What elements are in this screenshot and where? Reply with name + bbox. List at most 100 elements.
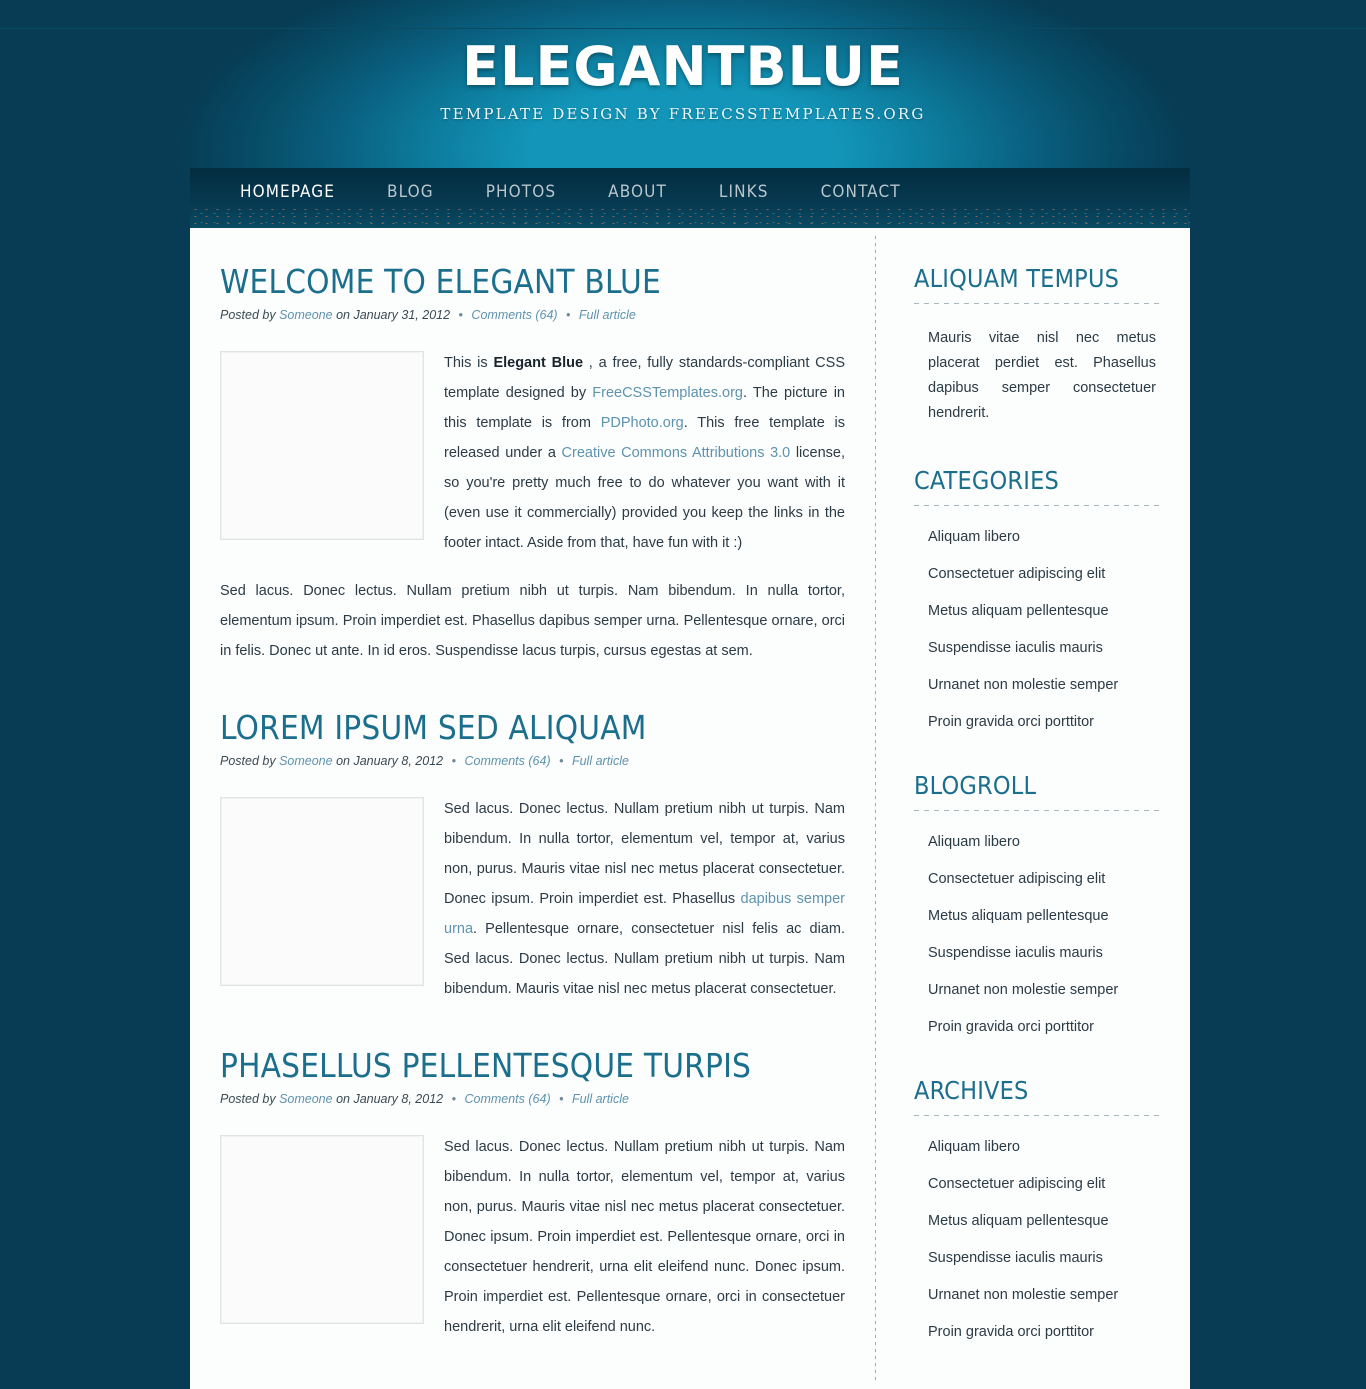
sidebar-link[interactable]: Suspendisse iaculis mauris <box>928 1250 1103 1266</box>
list-item[interactable]: Consectetuer adipiscing elit <box>928 565 1162 583</box>
sidebar-title: ALIQUAM TEMPUS <box>914 264 1120 293</box>
meta-separator-icon: • <box>559 1091 564 1106</box>
meta-separator-icon: • <box>451 1091 456 1106</box>
sidebar-list: Aliquam libero Consectetuer adipiscing e… <box>914 528 1162 731</box>
list-item[interactable]: Suspendisse iaculis mauris <box>928 944 1162 962</box>
list-item[interactable]: Proin gravida orci porttitor <box>928 1323 1162 1341</box>
list-item[interactable]: Urnanet non molestie semper <box>928 981 1162 999</box>
sidebar-link[interactable]: Urnanet non molestie semper <box>928 1287 1118 1303</box>
list-item[interactable]: Aliquam libero <box>928 833 1162 851</box>
post-article: LOREM IPSUM SED ALIQUAM Posted by Someon… <box>220 707 845 1004</box>
post-thumbnail-ship[interactable] <box>220 796 424 986</box>
list-item[interactable]: Suspendisse iaculis mauris <box>928 1249 1162 1267</box>
list-item[interactable]: Metus aliquam pellentesque <box>928 602 1162 620</box>
sidebar-title: ARCHIVES <box>914 1076 1029 1105</box>
list-item[interactable]: Urnanet non molestie semper <box>928 676 1162 694</box>
meta-separator-icon: • <box>451 753 456 768</box>
sidebar-link[interactable]: Proin gravida orci porttitor <box>928 1324 1094 1340</box>
sidebar-link[interactable]: Proin gravida orci porttitor <box>928 714 1094 730</box>
sidebar-block-categories: CATEGORIES Aliquam libero Consectetuer a… <box>914 466 1162 731</box>
coin-penny-image <box>226 357 418 534</box>
post-author-link[interactable]: Someone <box>279 754 333 768</box>
sidebar-link[interactable]: Metus aliquam pellentesque <box>928 1213 1109 1229</box>
post-article: PHASELLUS PELLENTESQUE TURPIS Posted by … <box>220 1045 845 1342</box>
post-title: PHASELLUS PELLENTESQUE TURPIS <box>220 1045 752 1085</box>
sidebar-link[interactable]: Aliquam libero <box>928 1139 1020 1155</box>
sidebar-link[interactable]: Consectetuer adipiscing elit <box>928 1176 1105 1192</box>
nav-item-homepage[interactable]: HOMEPAGE <box>240 176 387 208</box>
sidebar-link[interactable]: Consectetuer adipiscing elit <box>928 871 1105 887</box>
sidebar-link[interactable]: Suspendisse iaculis mauris <box>928 640 1103 656</box>
para-text: . Pellentesque ornare, consectetuer nisl… <box>444 920 845 997</box>
post-meta-date: on January 31, 2012 <box>336 307 451 322</box>
sidebar-list: Aliquam libero Consectetuer adipiscing e… <box>914 1138 1162 1341</box>
main-area: WELCOME TO ELEGANT BLUE Posted by Someon… <box>190 228 1190 1389</box>
creative-commons-link[interactable]: Creative Commons Attributions 3.0 <box>562 445 791 461</box>
post-paragraph: Sed lacus. Donec lectus. Nullam pretium … <box>220 582 845 659</box>
nav-item-blog[interactable]: BLOG <box>387 176 486 208</box>
sidebar-rule <box>914 1115 1162 1116</box>
sidebar-link[interactable]: Consectetuer adipiscing elit <box>928 566 1105 582</box>
sidebar-link[interactable]: Proin gravida orci porttitor <box>928 1019 1094 1035</box>
post-author-link[interactable]: Someone <box>279 1092 333 1106</box>
nav-item-contact[interactable]: CONTACT <box>821 176 953 208</box>
sidebar-link[interactable]: Metus aliquam pellentesque <box>928 908 1109 924</box>
list-item[interactable]: Consectetuer adipiscing elit <box>928 1175 1162 1193</box>
sailing-ship-image <box>226 802 418 980</box>
sidebar-list: Aliquam libero Consectetuer adipiscing e… <box>914 833 1162 1036</box>
sidebar-block-archives: ARCHIVES Aliquam libero Consectetuer adi… <box>914 1076 1162 1341</box>
sidebar-link[interactable]: Suspendisse iaculis mauris <box>928 945 1103 961</box>
post-fullarticle-link[interactable]: Full article <box>579 308 636 322</box>
post-comments-link[interactable]: Comments (64) <box>464 754 550 768</box>
pdphoto-link[interactable]: PDPhoto.org <box>601 415 684 431</box>
post-meta: Posted by Someone on January 31, 2012 • … <box>220 308 845 322</box>
post-thumbnail-coin[interactable] <box>220 350 424 540</box>
post-fullarticle-link[interactable]: Full article <box>572 754 629 768</box>
list-item[interactable]: Proin gravida orci porttitor <box>928 713 1162 731</box>
sidebar-link[interactable]: Urnanet non molestie semper <box>928 982 1118 998</box>
site-title: ELEGANTBLUE <box>462 35 904 98</box>
list-item[interactable]: Proin gravida orci porttitor <box>928 1018 1162 1036</box>
para-text: This is <box>444 354 494 371</box>
sidebar-link[interactable]: Aliquam libero <box>928 529 1020 545</box>
nav-link-about[interactable]: ABOUT <box>608 176 667 208</box>
list-item[interactable]: Metus aliquam pellentesque <box>928 1212 1162 1230</box>
page-wrapper: HOMEPAGE BLOG PHOTOS ABOUT LINKS CONTACT… <box>190 168 1190 1389</box>
post-meta-prefix: Posted by <box>220 1091 276 1106</box>
main-navigation: HOMEPAGE BLOG PHOTOS ABOUT LINKS CONTACT <box>190 168 1190 228</box>
post-fullarticle-link[interactable]: Full article <box>572 1092 629 1106</box>
post-meta-date: on January 8, 2012 <box>336 1091 444 1106</box>
post-article: WELCOME TO ELEGANT BLUE Posted by Someon… <box>220 263 845 666</box>
post-meta-prefix: Posted by <box>220 753 276 768</box>
post-comments-link[interactable]: Comments (64) <box>464 1092 550 1106</box>
nav-item-photos[interactable]: PHOTOS <box>486 176 608 208</box>
list-item[interactable]: Metus aliquam pellentesque <box>928 907 1162 925</box>
nav-link-homepage[interactable]: HOMEPAGE <box>240 176 335 208</box>
sidebar-text: Mauris vitae nisl nec metus placerat per… <box>928 330 1156 421</box>
post-body: Sed lacus. Donec lectus. Nullam pretium … <box>220 1132 845 1342</box>
post-body: This is Elegant Blue , a free, fully sta… <box>220 348 845 666</box>
meta-separator-icon: • <box>559 753 564 768</box>
sidebar-block-aliquam-tempus: ALIQUAM TEMPUS Mauris vitae nisl nec met… <box>914 264 1162 426</box>
nav-item-links[interactable]: LINKS <box>719 176 821 208</box>
post-title: LOREM IPSUM SED ALIQUAM <box>220 707 647 747</box>
post-comments-link[interactable]: Comments (64) <box>471 308 557 322</box>
freecsstemplates-link[interactable]: FreeCSSTemplates.org <box>592 385 743 401</box>
nav-link-links[interactable]: LINKS <box>719 176 769 208</box>
nav-link-blog[interactable]: BLOG <box>387 176 434 208</box>
list-item[interactable]: Aliquam libero <box>928 1138 1162 1156</box>
sidebar-link[interactable]: Metus aliquam pellentesque <box>928 603 1109 619</box>
post-author-link[interactable]: Someone <box>279 308 333 322</box>
list-item[interactable]: Suspendisse iaculis mauris <box>928 639 1162 657</box>
sidebar-link[interactable]: Aliquam libero <box>928 834 1020 850</box>
nav-item-about[interactable]: ABOUT <box>608 176 719 208</box>
post-meta: Posted by Someone on January 8, 2012 • C… <box>220 1092 845 1106</box>
nav-link-contact[interactable]: CONTACT <box>821 176 901 208</box>
sidebar-link[interactable]: Urnanet non molestie semper <box>928 677 1118 693</box>
sidebar-title: BLOGROLL <box>914 771 1037 800</box>
list-item[interactable]: Urnanet non molestie semper <box>928 1286 1162 1304</box>
post-thumbnail-coin-2[interactable] <box>220 1134 424 1324</box>
nav-link-photos[interactable]: PHOTOS <box>486 176 556 208</box>
list-item[interactable]: Aliquam libero <box>928 528 1162 546</box>
list-item[interactable]: Consectetuer adipiscing elit <box>928 870 1162 888</box>
